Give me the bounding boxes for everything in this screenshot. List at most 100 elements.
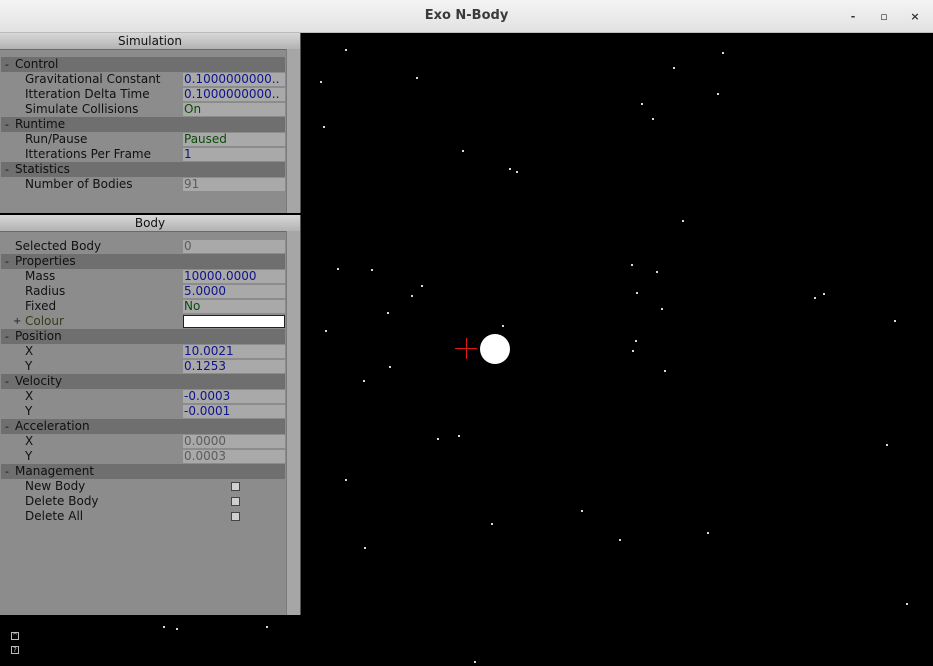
colour-swatch[interactable] (183, 315, 285, 328)
star (823, 293, 825, 295)
property-iterations-per-frame: Itterations Per Frame 1 (1, 147, 285, 162)
new-body-row: New Body (1, 479, 285, 494)
gravitational-constant-field[interactable]: 0.1000000000.. (183, 73, 285, 86)
section-management[interactable]: - Management (1, 464, 285, 479)
mass-field[interactable]: 10000.0000 (183, 270, 285, 283)
collapse-icon[interactable]: - (5, 162, 9, 177)
star (345, 479, 347, 481)
property-label: Y (25, 359, 33, 373)
star (894, 320, 896, 322)
position-x-field[interactable]: 10.0021 (183, 345, 285, 358)
property-colour: + Colour (1, 314, 285, 329)
property-run-pause: Run/Pause Paused (1, 132, 285, 147)
number-of-bodies-value: 91 (183, 178, 285, 191)
star (619, 539, 621, 541)
collapse-icon[interactable]: - (5, 57, 9, 72)
body-scrollbar[interactable] (286, 231, 300, 615)
run-pause-toggle[interactable]: Paused (183, 133, 285, 146)
collapse-icon[interactable]: - (5, 117, 9, 132)
property-label: Number of Bodies (25, 177, 133, 191)
property-velocity-x: X -0.0003 (1, 389, 285, 404)
property-label: Itterations Per Frame (25, 147, 151, 161)
property-label: Run/Pause (25, 132, 88, 146)
section-label: Statistics (15, 162, 70, 176)
body-panel-title: Body (0, 215, 300, 232)
property-number-of-bodies: Number of Bodies 91 (1, 177, 285, 192)
property-label: Selected Body (15, 239, 102, 253)
collapse-icon[interactable]: - (5, 374, 9, 389)
minimize-button[interactable]: - (845, 9, 861, 25)
section-properties[interactable]: - Properties (1, 254, 285, 269)
star (641, 103, 643, 105)
collapse-icon[interactable]: - (5, 419, 9, 434)
section-runtime[interactable]: - Runtime (1, 117, 285, 132)
section-label: Velocity (15, 374, 63, 388)
property-gravitational-constant: Gravitational Constant 0.1000000000.. (1, 72, 285, 87)
body-panel: Body Selected Body 0 - Properties Mass 1… (0, 215, 301, 615)
property-label: Gravitational Constant (25, 72, 161, 86)
section-label: Acceleration (15, 419, 90, 433)
radius-field[interactable]: 5.0000 (183, 285, 285, 298)
section-position[interactable]: - Position (1, 329, 285, 344)
section-label: Management (15, 464, 95, 478)
star (814, 297, 816, 299)
star (664, 370, 666, 372)
delete-body-button[interactable] (231, 497, 240, 506)
star (635, 340, 637, 342)
position-y-field[interactable]: 0.1253 (183, 360, 285, 373)
acceleration-y-value: 0.0003 (183, 450, 285, 463)
selected-body-circle[interactable] (480, 334, 510, 364)
close-button[interactable]: × (907, 9, 923, 25)
property-label: Colour (25, 314, 64, 328)
section-control[interactable]: - Control (1, 57, 285, 72)
simulate-collisions-toggle[interactable]: On (183, 103, 285, 116)
property-label: Y (25, 404, 33, 418)
velocity-y-field[interactable]: -0.0001 (183, 405, 285, 418)
property-mass: Mass 10000.0000 (1, 269, 285, 284)
collapse-icon[interactable]: - (5, 329, 9, 344)
star (673, 67, 675, 69)
star (516, 171, 518, 173)
star (661, 308, 663, 310)
star (652, 118, 654, 120)
star (411, 295, 413, 297)
star (717, 93, 719, 95)
new-body-button[interactable] (231, 482, 240, 491)
star (636, 292, 638, 294)
star (345, 49, 347, 51)
property-position-x: X 10.0021 (1, 344, 285, 359)
section-acceleration[interactable]: - Acceleration (1, 419, 285, 434)
property-label: X (25, 389, 34, 403)
property-iteration-delta-time: Itteration Delta Time 0.1000000000.. (1, 87, 285, 102)
property-label: X (25, 434, 34, 448)
star (462, 150, 464, 152)
iterations-per-frame-field[interactable]: 1 (183, 148, 285, 161)
window-title: Exo N-Body (424, 8, 509, 23)
property-selected-body: Selected Body 0 (1, 239, 285, 254)
simulation-scrollbar[interactable] (286, 49, 300, 213)
help-icon[interactable]: ? (11, 646, 19, 654)
section-statistics[interactable]: - Statistics (1, 162, 285, 177)
star (502, 325, 504, 327)
property-label: Simulate Collisions (25, 102, 139, 116)
section-velocity[interactable]: - Velocity (1, 374, 285, 389)
action-label: Delete Body (25, 494, 99, 508)
maximize-button[interactable]: ▫ (876, 9, 892, 25)
collapse-icon[interactable]: - (5, 254, 9, 269)
star (323, 126, 325, 128)
section-label: Control (15, 57, 59, 71)
star (656, 271, 658, 273)
velocity-x-field[interactable]: -0.0003 (183, 390, 285, 403)
star (266, 626, 268, 628)
expand-icon[interactable]: + (13, 314, 21, 329)
star (707, 532, 709, 534)
collapse-icon[interactable]: - (5, 464, 9, 479)
delete-all-button[interactable] (231, 512, 240, 521)
panel-toggle-icon[interactable]: ^ (11, 632, 19, 640)
iteration-delta-time-field[interactable]: 0.1000000000.. (183, 88, 285, 101)
title-bar: Exo N-Body - ▫ × (0, 0, 933, 33)
property-acceleration-y: Y 0.0003 (1, 449, 285, 464)
delete-body-row: Delete Body (1, 494, 285, 509)
star (364, 547, 366, 549)
fixed-toggle[interactable]: No (183, 300, 285, 313)
